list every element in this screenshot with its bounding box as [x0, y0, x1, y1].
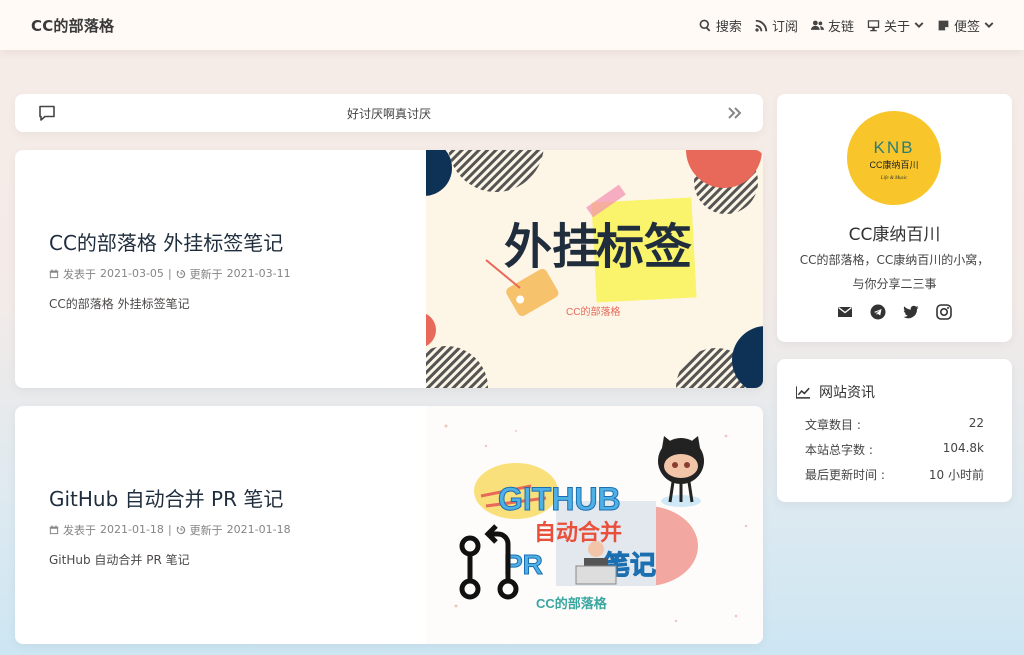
- post-title[interactable]: GitHub 自动合并 PR 笔记: [49, 483, 419, 512]
- published-date: 2021-01-18: [100, 523, 164, 536]
- calendar-icon: [49, 268, 59, 278]
- nav-item-label: 友链: [827, 19, 854, 35]
- announcement-text: 好讨厌啊真讨厌: [346, 106, 431, 121]
- calendar-icon: [49, 524, 59, 534]
- published-label: 发表于: [63, 523, 96, 537]
- updated-date: 2021-01-18: [226, 523, 291, 536]
- search-icon: [699, 19, 711, 31]
- author-name: CC康纳百川: [848, 225, 941, 245]
- top-nav: CC的部落格 搜索 订阅 友链 关于 便签: [0, 0, 1024, 50]
- nav-item-subscribe[interactable]: 订阅: [755, 16, 798, 35]
- post-cover-image[interactable]: GITHUB 自动合并 PR 笔记 CC的部落格: [426, 406, 763, 644]
- post-excerpt: CC的部落格 外挂标签笔记: [49, 296, 190, 311]
- updated-date: 2021-03-11: [226, 267, 291, 280]
- cover-caption: CC的部落格: [536, 596, 608, 611]
- avatar-sub-text: CC康纳百川: [870, 159, 919, 170]
- chevron-down-icon: [914, 22, 924, 28]
- cover-title-part1: 外挂: [504, 221, 600, 274]
- avatar[interactable]: KNB CC康纳百川 Life & Music: [847, 111, 941, 205]
- sticky-note-icon: [938, 20, 949, 30]
- nav-item-friends[interactable]: 友链: [810, 16, 854, 35]
- nav-item-label: 搜索: [715, 19, 742, 35]
- post-meta: 发表于 2021-01-18 | 更新于 2021-01-18: [49, 522, 419, 538]
- avatar-logo-text: KNB: [874, 138, 915, 157]
- post-info: GitHub 自动合并 PR 笔记 发表于 2021-01-18 | 更新于 2…: [49, 406, 419, 644]
- site-info-header: 网站资讯: [796, 382, 875, 402]
- stat-value: 22: [968, 416, 984, 430]
- stat-label: 最后更新时间 :: [805, 468, 885, 482]
- updated-label: 更新于: [189, 523, 223, 537]
- nav-menu: 搜索 订阅 友链 关于 便签: [699, 16, 994, 35]
- nav-item-label: 关于: [883, 19, 910, 35]
- post-info: CC的部落格 外挂标签笔记 发表于 2021-03-05 | 更新于 2021-…: [49, 150, 419, 388]
- post-meta: 发表于 2021-03-05 | 更新于 2021-03-11: [49, 266, 419, 282]
- author-desc-line: CC的部落格，CC康纳百川的小窝，: [799, 253, 990, 267]
- author-card: KNB CC康纳百川 Life & Music CC康纳百川 CC的部落格，CC…: [777, 94, 1012, 342]
- nav-item-label: 便签: [953, 19, 980, 35]
- site-info-card: 网站资讯 文章数目 : 22 本站总字数 : 104.8k 最后更新时间 : 1…: [777, 359, 1012, 502]
- double-chevron-right-icon[interactable]: [727, 106, 743, 120]
- stat-label: 文章数目 :: [805, 418, 861, 432]
- updated-label: 更新于: [189, 267, 223, 281]
- social-links: [777, 304, 1012, 320]
- chevron-down-icon: [984, 22, 994, 28]
- published-label: 发表于: [63, 267, 96, 281]
- announcement-bar[interactable]: 好讨厌啊真讨厌: [15, 94, 763, 132]
- telegram-icon[interactable]: [870, 304, 886, 320]
- line-chart-icon: [796, 386, 811, 399]
- nav-item-search[interactable]: 搜索: [699, 16, 742, 35]
- post-cover-image[interactable]: 外挂 标签 CC的部落格: [426, 150, 763, 388]
- stat-value: 10 小时前: [928, 468, 984, 482]
- instagram-icon[interactable]: [936, 304, 952, 320]
- avatar-tagline: Life & Music: [880, 176, 908, 181]
- avatar-logo: KNB CC康纳百川 Life & Music: [870, 138, 919, 181]
- email-icon[interactable]: [837, 304, 853, 320]
- twitter-icon[interactable]: [903, 304, 919, 320]
- cover-line2: 自动合并: [534, 520, 622, 545]
- cover-line1: GITHUB: [498, 481, 621, 517]
- comment-icon: [39, 105, 55, 121]
- stat-label: 本站总字数 :: [805, 443, 873, 457]
- site-title[interactable]: CC的部落格: [31, 15, 114, 36]
- rss-icon: [755, 19, 768, 32]
- history-icon: [176, 525, 185, 534]
- author-description: CC的部落格，CC康纳百川的小窝， 与你分享二三事: [777, 248, 1012, 296]
- meta-separator: |: [167, 267, 172, 280]
- stat-row-last-update: 最后更新时间 : 10 小时前: [805, 466, 984, 483]
- meta-separator: |: [167, 523, 172, 536]
- nav-item-about[interactable]: 关于: [867, 16, 924, 35]
- cover-caption: CC的部落格: [566, 305, 620, 318]
- desktop-icon: [867, 19, 880, 31]
- post-card: GitHub 自动合并 PR 笔记 发表于 2021-01-18 | 更新于 2…: [15, 406, 763, 644]
- cover-illustration: GITHUB 自动合并 PR 笔记 CC的部落格: [426, 406, 763, 644]
- cover-illustration: 外挂 标签 CC的部落格: [426, 150, 763, 388]
- nav-item-notes[interactable]: 便签: [937, 16, 994, 35]
- stat-row-posts: 文章数目 : 22: [805, 416, 984, 433]
- post-excerpt: GitHub 自动合并 PR 笔记: [49, 552, 190, 567]
- post-title[interactable]: CC的部落格 外挂标签笔记: [49, 227, 419, 256]
- users-icon: [810, 20, 824, 30]
- author-desc-line: 与你分享二三事: [852, 277, 937, 291]
- stat-row-words: 本站总字数 : 104.8k: [805, 441, 984, 458]
- site-info-heading: 网站资讯: [819, 385, 875, 401]
- published-date: 2021-03-05: [100, 267, 164, 280]
- stat-value: 104.8k: [942, 441, 984, 455]
- cover-title-part2: 标签: [596, 221, 692, 274]
- nav-item-label: 订阅: [771, 19, 798, 35]
- history-icon: [176, 269, 185, 278]
- post-card: CC的部落格 外挂标签笔记 发表于 2021-03-05 | 更新于 2021-…: [15, 150, 763, 388]
